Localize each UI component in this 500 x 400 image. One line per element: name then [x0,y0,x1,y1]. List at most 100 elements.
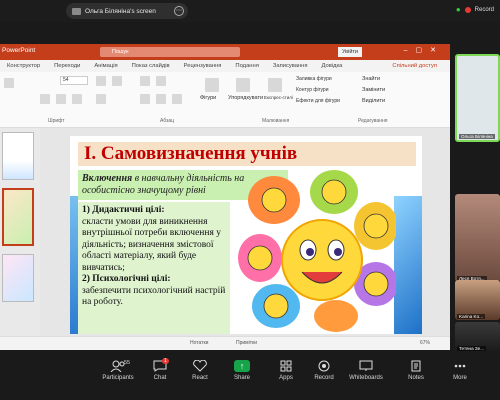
underline-icon[interactable] [40,94,50,104]
share-arrow-icon: ↑ [234,360,250,372]
shape-outline-label[interactable]: Контур фігури [296,87,328,93]
comments-button[interactable]: Примітки [236,340,257,346]
shape-fill-label[interactable]: Заливка фігури [296,76,332,82]
apps-label: Apps [279,375,293,381]
more-label: More [453,375,467,381]
more-options-icon[interactable]: ⋯ [174,6,184,16]
share-screen-button[interactable]: ↑ Share [222,360,262,381]
align-left-icon[interactable] [140,94,150,104]
notes-label: Notes [408,375,424,381]
slide-thumbnails-pane [0,128,40,336]
tab-view[interactable]: Подання [228,63,265,69]
notes-icon [411,360,421,372]
zoom-toolbar: 55 Participants 1 Chat React ↑ Share App… [0,354,500,400]
search-input[interactable]: Пошук [100,47,240,57]
quick-styles-label[interactable]: Експрес-стилі [264,95,293,100]
apps-button[interactable]: Apps [266,360,306,381]
screen-share-pill[interactable]: Ольга Біляніна's screen ⋯ [66,3,188,19]
slide-title[interactable]: І. Самовизначення учнів [78,142,416,166]
font-group-label: Шрифт [48,118,65,124]
slide-left-decoration [70,196,78,334]
chat-button[interactable]: 1 Chat [140,358,180,381]
signin-button[interactable]: Увійти [338,47,362,57]
editing-group-label: Редагування [358,118,388,124]
body-line-2: області матеріалу, який буде вивчатись; [82,251,197,273]
subtitle-bold: Включення [82,173,133,184]
record-dot-icon [464,6,471,13]
react-label: React [192,375,208,381]
arrange-label[interactable]: Упорядкувати [228,95,263,101]
decrease-font-icon[interactable] [112,76,122,86]
screen-owner-label: Ольга Біляніна's screen [85,7,156,15]
window-controls[interactable]: –▢✕ [404,46,444,54]
whiteboard-icon [359,360,373,371]
record-icon [318,360,330,372]
record-button[interactable]: Record [304,360,344,381]
quick-styles-icon[interactable] [268,78,282,92]
shapes-label[interactable]: Фігури [200,95,216,101]
screen-owner-icon [72,7,81,15]
slide-thumbnail-selected[interactable] [2,188,34,246]
ribbon: 54 Шрифт Абзац Фігури Упорядкувати Експр… [0,72,450,128]
participants-button[interactable]: 55 Participants [98,360,138,381]
increase-font-icon[interactable] [96,76,106,86]
participant-name: Ольга Біляніна [459,134,495,139]
body-line-3: забезпечити психологічний настрій на роб… [82,285,226,308]
app-name: PowerPoint [2,47,36,54]
tab-design[interactable]: Конструктор [0,63,47,69]
body-line-1: склacти умови для виникнення внутрішньої… [82,216,221,250]
zoom-top-bar: Ольга Біляніна's screen ⋯ ● Record [0,0,500,22]
tab-transitions[interactable]: Переходи [47,63,87,69]
participant-tile[interactable]: Тетяна Зе... [455,322,500,352]
font-size-field[interactable]: 54 [60,76,88,85]
bold-icon[interactable] [4,78,14,88]
chat-label: Chat [153,375,167,381]
participants-label: Participants [102,375,134,381]
participant-tile[interactable]: Ольга Біляніна [455,54,500,142]
apps-icon [280,360,292,372]
whiteboards-button[interactable]: Whiteboards [346,360,386,381]
shape-effects-label[interactable]: Ефекти для фігури [296,98,340,104]
arrange-icon[interactable] [236,78,250,92]
record-indicator[interactable]: ● Record [456,5,494,14]
slide-body-text[interactable]: 1) Дидактичні цілі: склacти умови для ви… [78,202,230,334]
tab-help[interactable]: Довідка [315,63,350,69]
zoom-level[interactable]: 67% [420,340,430,346]
align-right-icon[interactable] [172,94,182,104]
bullets-icon[interactable] [140,76,150,86]
notes-button[interactable]: Нотатки [190,340,208,346]
participant-tile[interactable]: Леся Вотя... [455,194,500,282]
strikethrough-icon[interactable] [56,94,66,104]
font-color-icon[interactable] [96,94,106,104]
participant-name: Тетяна Зе... [457,346,487,351]
react-button[interactable]: React [180,360,220,381]
ribbon-tabs: Конструктор Переходи Анімація Показ слай… [0,60,450,72]
tab-recording[interactable]: Записування [266,63,315,69]
shapes-icon[interactable] [205,78,219,92]
tab-animation[interactable]: Анімація [87,63,124,69]
numbering-icon[interactable] [156,76,166,86]
slide-thumbnail[interactable] [2,132,34,180]
tab-slideshow[interactable]: Показ слайдів [125,63,177,69]
participant-name: Karina Ko... [457,314,486,319]
align-center-icon[interactable] [156,94,166,104]
ppt-titlebar: PowerPoint Пошук Увійти –▢✕ [0,44,450,60]
shadow-icon[interactable] [72,94,82,104]
drawing-group-label: Малювання [262,118,290,124]
smiley-flower-image [238,170,396,332]
find-button[interactable]: Знайти [362,76,380,82]
tab-review[interactable]: Рецензування [177,63,229,69]
slide-thumbnail[interactable] [2,254,34,302]
participants-count: 55 [124,360,131,366]
chat-badge: 1 [162,358,169,364]
paragraph-group-label: Абзац [160,118,175,124]
replace-button[interactable]: Замінити [362,87,385,93]
select-button[interactable]: Виділити [362,98,385,104]
body-heading-1: 1) Дидактичні цілі: [82,205,165,215]
current-slide[interactable]: І. Самовизначення учнів Включення в навч… [70,136,422,334]
participant-tile[interactable]: Karina Ko... [455,280,500,320]
share-button[interactable]: Спільний доступ [385,63,444,69]
more-button[interactable]: More [440,360,480,381]
more-icon [454,364,466,368]
notes-button-zoom[interactable]: Notes [396,360,436,381]
